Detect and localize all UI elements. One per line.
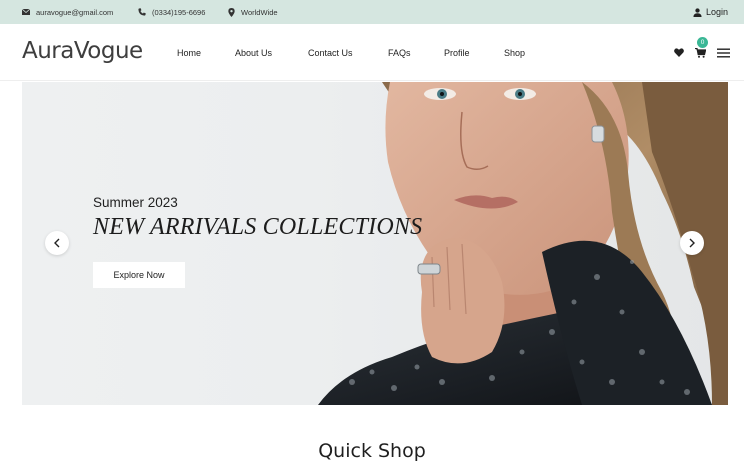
phone-contact[interactable]: (0334)195-6696	[138, 0, 205, 24]
nav-faqs[interactable]: FAQs	[388, 24, 411, 81]
location-text: WorldWide	[241, 7, 278, 17]
hero-subtitle: Summer 2023	[93, 195, 178, 210]
email-contact[interactable]: auravogue@gmail.com	[22, 0, 113, 24]
hero-model-image	[318, 82, 728, 405]
nav-contact-us[interactable]: Contact Us	[308, 24, 353, 81]
slider-next-button[interactable]	[680, 231, 704, 255]
nav-about-us[interactable]: About Us	[235, 24, 272, 81]
top-info-bar: auravogue@gmail.com (0334)195-6696 World…	[0, 0, 744, 24]
chevron-left-icon	[54, 238, 60, 248]
main-nav: Home About Us Contact Us FAQs Profile Sh…	[0, 24, 744, 81]
cart-button[interactable]: 0	[693, 36, 708, 60]
hero-slider: Summer 2023 NEW ARRIVALS COLLECTIONS Exp…	[22, 82, 728, 405]
location-pin-icon	[228, 7, 235, 17]
hero-title: NEW ARRIVALS COLLECTIONS	[93, 214, 423, 240]
slider-prev-button[interactable]	[45, 231, 69, 255]
phone-icon	[138, 8, 146, 16]
user-icon	[693, 7, 702, 17]
nav-home[interactable]: Home	[177, 24, 201, 81]
cart-icon	[694, 47, 706, 58]
hero-caption: Summer 2023 NEW ARRIVALS COLLECTIONS	[93, 195, 422, 241]
quick-shop-title: Quick Shop	[318, 440, 426, 462]
menu-button[interactable]	[716, 46, 730, 60]
phone-text: (0334)195-6696	[152, 7, 206, 17]
login-label: Login	[705, 7, 728, 17]
explore-now-button[interactable]: Explore Now	[93, 262, 185, 288]
header-actions: 0	[672, 24, 730, 81]
nav-profile[interactable]: Profile	[444, 24, 470, 81]
heart-icon	[674, 48, 684, 57]
location-info: WorldWide	[228, 0, 278, 24]
login-link[interactable]: Login	[693, 0, 728, 24]
chevron-right-icon	[689, 238, 695, 248]
cart-count-badge: 0	[697, 36, 708, 48]
nav-shop[interactable]: Shop	[504, 24, 525, 81]
menu-icon	[716, 48, 730, 57]
envelope-icon	[22, 9, 30, 15]
wishlist-button[interactable]	[672, 46, 686, 60]
main-header: AuraVogue Home About Us Contact Us FAQs …	[0, 24, 744, 81]
email-text: auravogue@gmail.com	[36, 7, 114, 17]
